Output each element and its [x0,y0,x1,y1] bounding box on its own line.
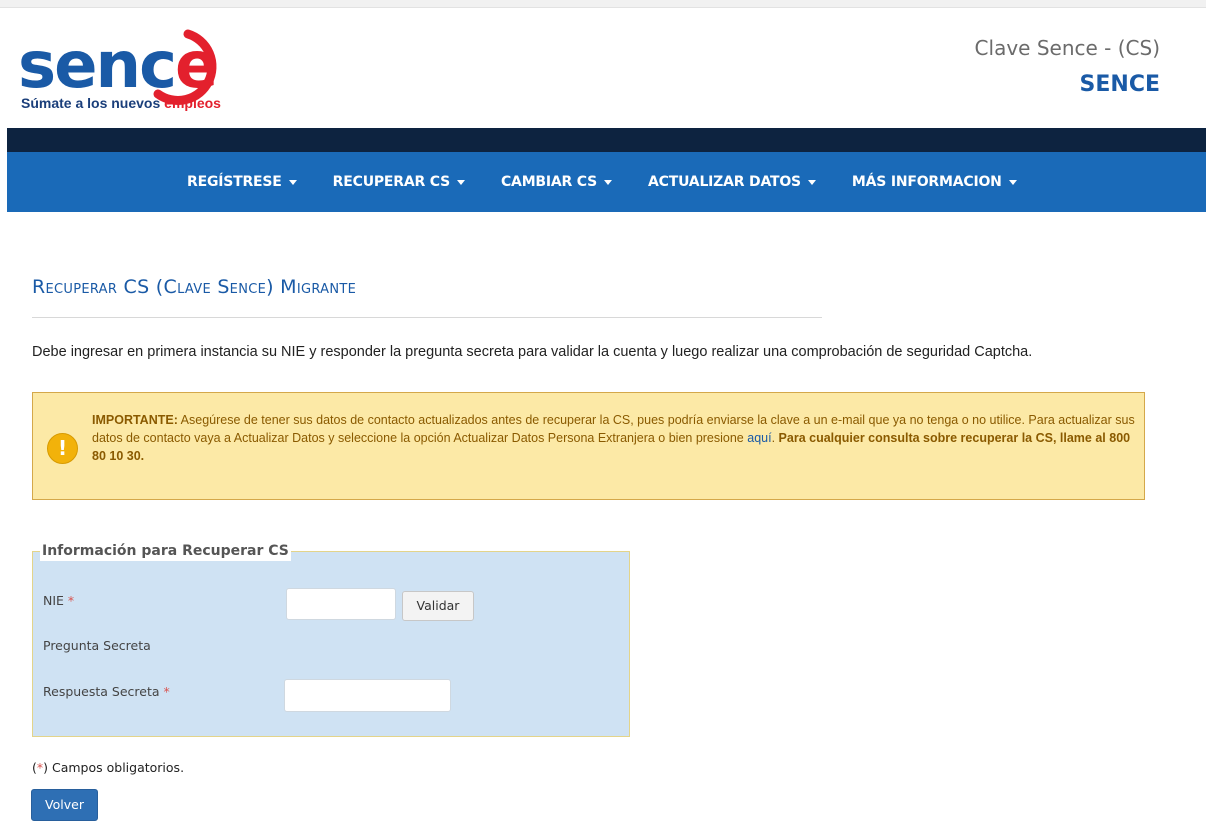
main-nav: REGÍSTRESE RECUPERAR CS CAMBIAR CS ACTUA… [7,152,1206,212]
page-title: Recuperar CS (Clave Sence) Migrante [32,276,357,298]
required-mark: * [163,684,170,699]
nav-item-registrese[interactable]: REGÍSTRESE [187,174,297,190]
header-brand: SENCE [1079,72,1160,97]
header-info: Clave Sence - (CS) SENCE [975,36,1160,97]
nie-label-text: NIE [43,593,64,608]
nav-item-label: REGÍSTRESE [187,174,282,190]
caret-down-icon [1008,179,1017,185]
browser-top-strip [0,0,1206,8]
validar-button[interactable]: Validar [402,591,474,621]
volver-button[interactable]: Volver [31,789,98,821]
question-label: Pregunta Secreta [43,638,151,653]
required-mark: * [67,593,75,608]
answer-label: Respuesta Secreta * [43,684,170,699]
intro-text: Debe ingresar en primera instancia su NI… [32,344,1033,360]
nav-item-cambiar-cs[interactable]: CAMBIAR CS [500,174,613,190]
alert-lead: IMPORTANTE: [92,413,178,427]
alert-link-aqui[interactable]: aquí [747,431,771,445]
title-divider [32,317,822,318]
sence-logo[interactable]: sence Súmate a los nuevos empleos [18,26,248,118]
caret-down-icon [288,179,297,185]
caret-down-icon [807,179,816,185]
nav-item-label: RECUPERAR CS [332,174,451,190]
caret-down-icon [456,179,465,185]
nav-item-label: CAMBIAR CS [500,174,598,190]
nie-input[interactable] [286,588,396,620]
alert-text: IMPORTANTE: Asegúrese de tener sus datos… [92,411,1137,465]
required-note: (*) Campos obligatorios. [32,760,184,775]
nie-label: NIE * [43,593,74,608]
nav-item-recuperar-cs[interactable]: RECUPERAR CS [333,174,465,190]
form-legend: Información para Recuperar CS [40,541,291,561]
alert-dot: . [771,431,779,445]
answer-input[interactable] [284,679,451,712]
top-dark-bar [7,128,1206,152]
logo-tagline: Súmate a los nuevos empleos [21,95,221,111]
logo-wordmark: sence [18,29,218,103]
nav-item-actualizar-datos[interactable]: ACTUALIZAR DATOS [648,174,816,190]
important-alert: ! IMPORTANTE: Asegúrese de tener sus dat… [32,392,1145,500]
exclamation-circle-icon: ! [47,433,78,464]
nav-item-mas-informacion[interactable]: MÁS INFORMACION [852,174,1017,190]
caret-down-icon [604,179,613,185]
nav-item-label: MÁS INFORMACION [851,174,1002,190]
nav-item-label: ACTUALIZAR DATOS [648,174,801,190]
answer-label-text: Respuesta Secreta [43,684,160,699]
note-text: ) Campos obligatorios. [43,760,185,775]
header-subtitle: Clave Sence - (CS) [974,36,1160,60]
